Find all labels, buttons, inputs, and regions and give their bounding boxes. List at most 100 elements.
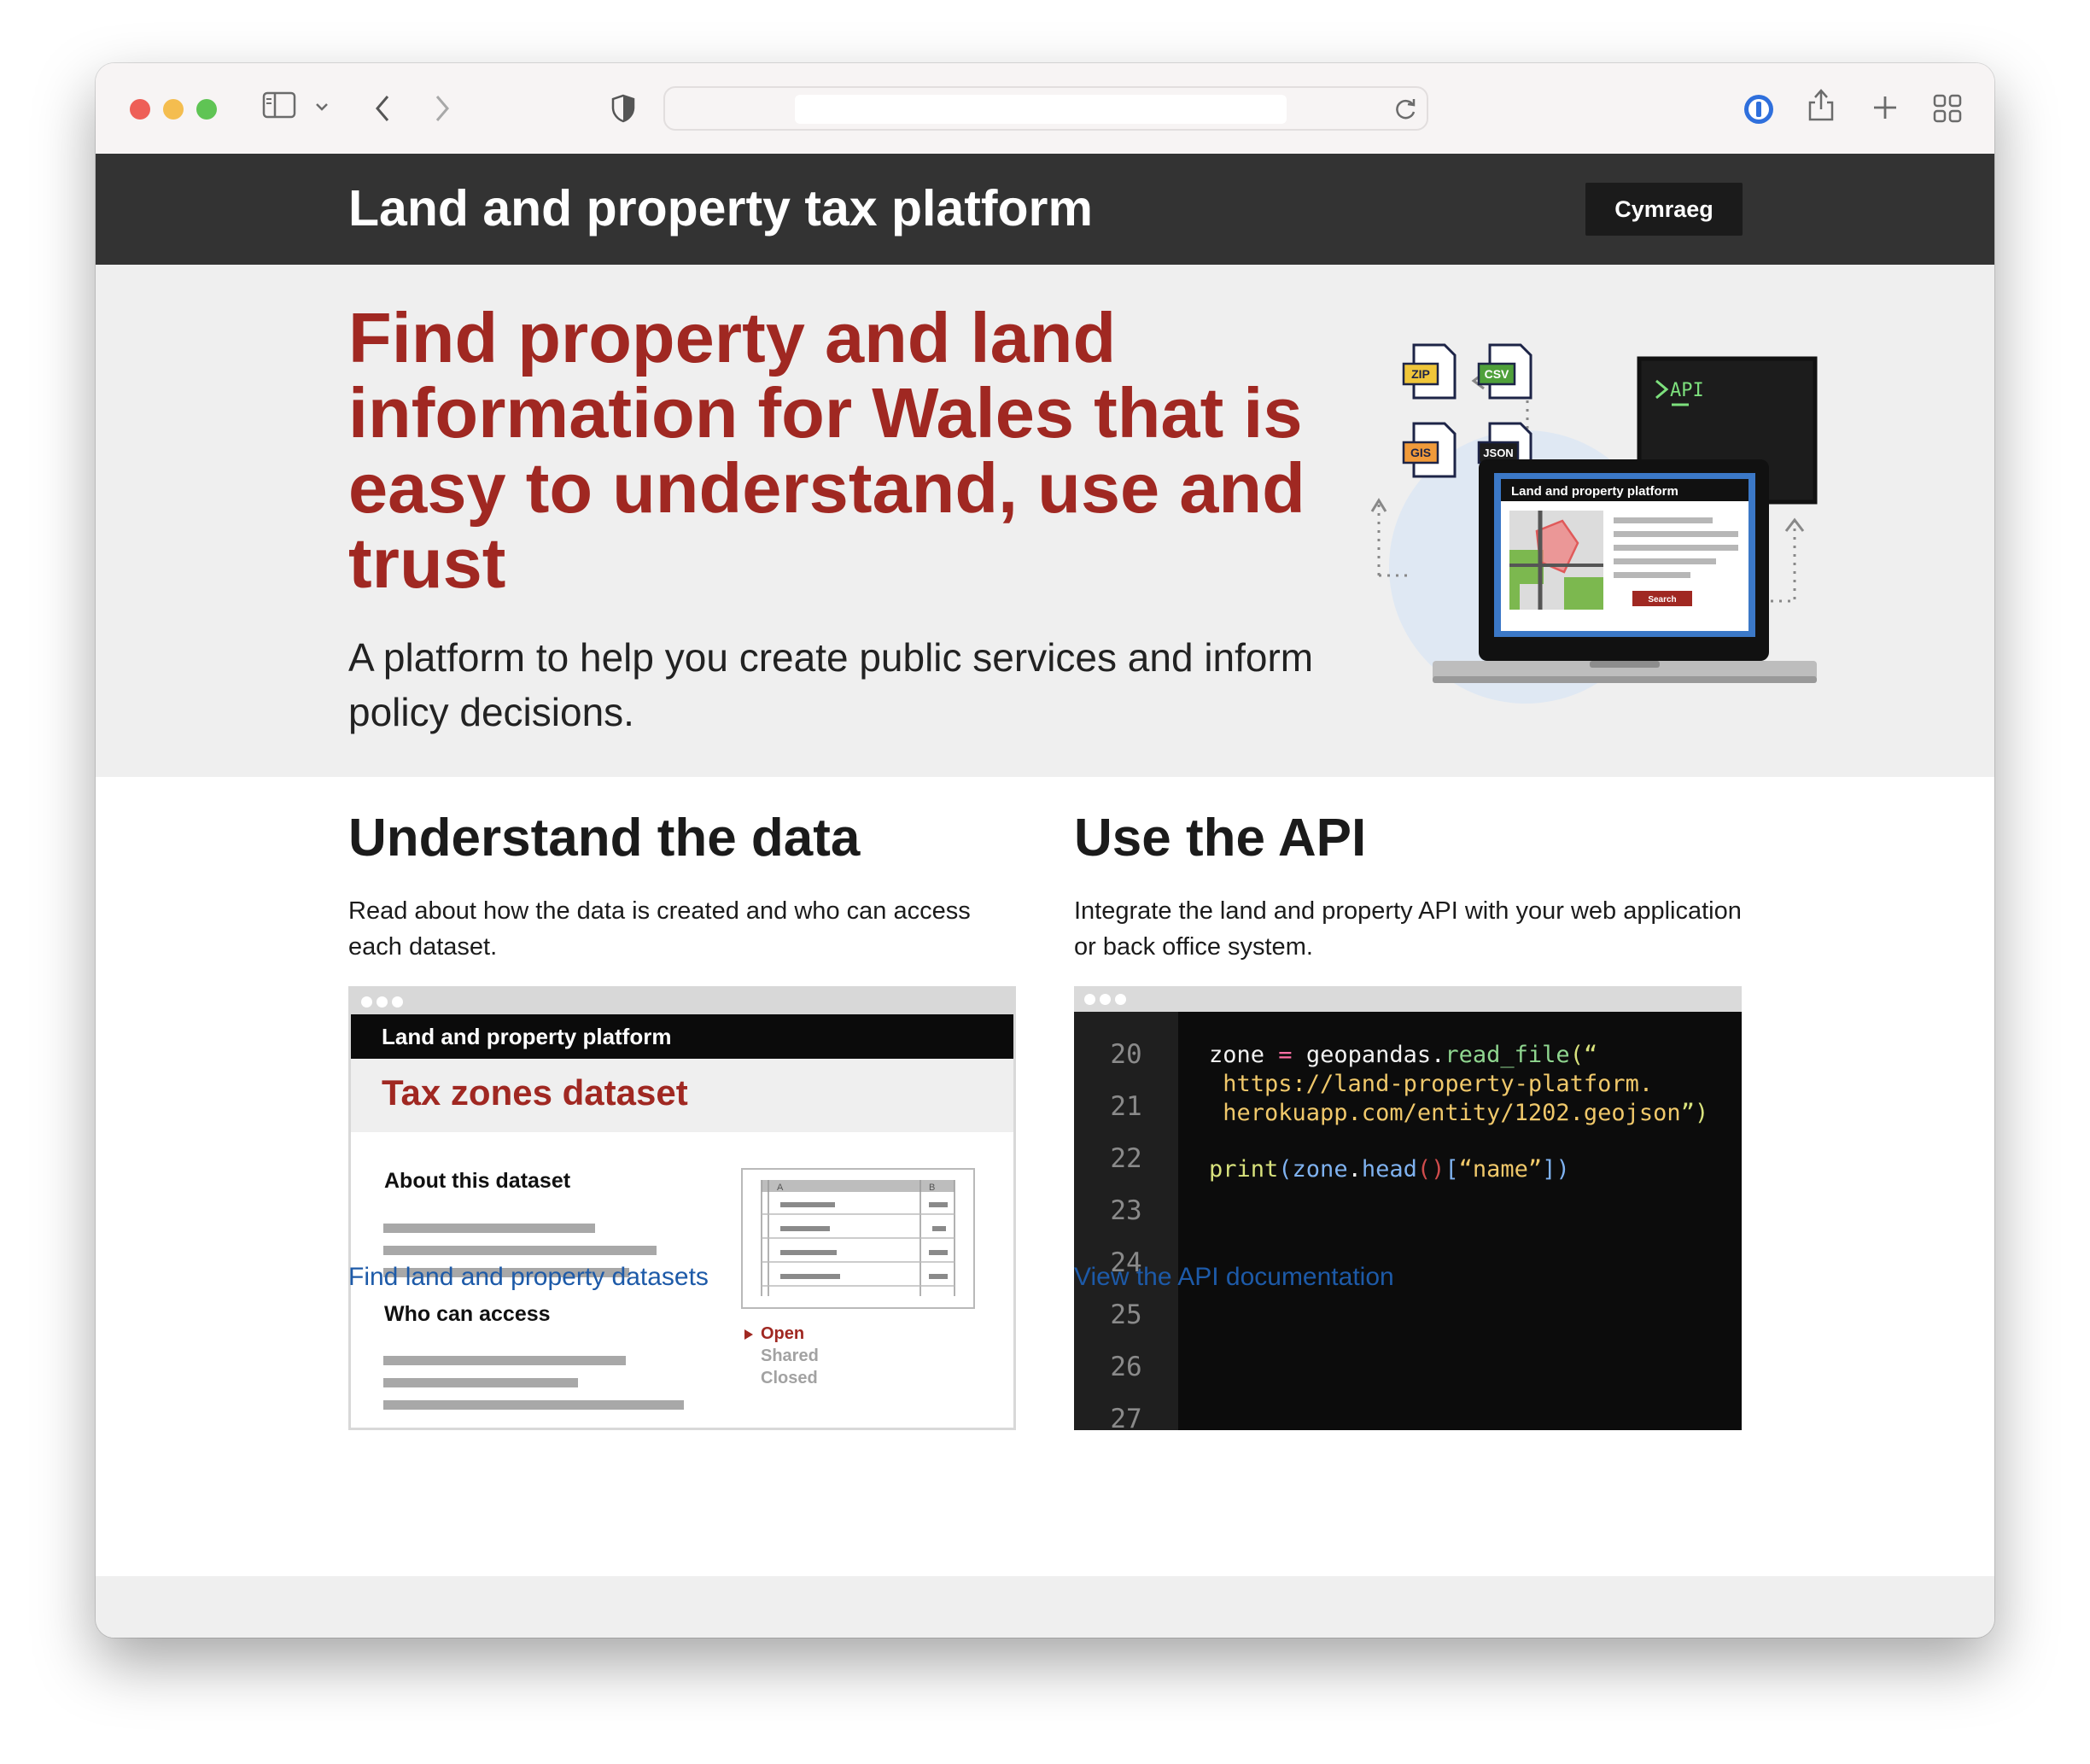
line-number: 21 bbox=[1110, 1091, 1142, 1122]
back-icon[interactable] bbox=[373, 94, 392, 127]
placeholder-line bbox=[383, 1378, 578, 1387]
site-header: Land and property tax platform Cymraeg bbox=[96, 154, 1994, 265]
csv-file-icon: CSV bbox=[1477, 343, 1532, 400]
code-line: print(zone.head()[“name”]) bbox=[1209, 1155, 1570, 1184]
code-token: . bbox=[1347, 1156, 1362, 1183]
terminal-label: API bbox=[1670, 380, 1704, 401]
code-token: ] bbox=[1542, 1156, 1556, 1183]
tab-overview-icon[interactable] bbox=[1933, 94, 1962, 127]
preview-about-label: About this dataset bbox=[384, 1169, 571, 1193]
code-token: “name” bbox=[1458, 1156, 1543, 1183]
platform-illustration: ZIP CSV GIS JSON API Land and property p… bbox=[1370, 343, 1818, 704]
gis-file-icon: GIS bbox=[1402, 422, 1457, 478]
preview-hero: Tax zones dataset bbox=[351, 1059, 1013, 1132]
preview-window-bar bbox=[351, 989, 1013, 1014]
line-number: 26 bbox=[1110, 1352, 1142, 1382]
hero-subtitle: A platform to help you create public ser… bbox=[348, 635, 1314, 734]
dataset-page-preview: Land and property platform Tax zones dat… bbox=[348, 986, 1016, 1430]
chevron-down-icon[interactable] bbox=[315, 101, 329, 116]
line-number: 20 bbox=[1110, 1039, 1142, 1070]
code-token: () bbox=[1416, 1156, 1445, 1183]
gis-badge-label: GIS bbox=[1410, 446, 1431, 459]
json-badge-label: JSON bbox=[1483, 447, 1513, 459]
api-documentation-link[interactable]: View the API documentation bbox=[1074, 1260, 1394, 1294]
code-token: ”) bbox=[1680, 1100, 1709, 1126]
language-toggle-button[interactable]: Cymraeg bbox=[1585, 183, 1743, 236]
line-number: 27 bbox=[1110, 1404, 1142, 1434]
preview-dot bbox=[377, 996, 388, 1008]
code-token: head bbox=[1361, 1156, 1417, 1183]
code-token: read_file bbox=[1445, 1042, 1570, 1068]
share-icon[interactable] bbox=[1807, 87, 1836, 127]
close-window-button[interactable] bbox=[130, 99, 150, 120]
code-token: [ bbox=[1445, 1156, 1459, 1183]
site-title[interactable]: Land and property tax platform bbox=[348, 179, 1093, 237]
preview-header-title: Land and property platform bbox=[382, 1024, 672, 1049]
code-example-preview: 20 21 22 23 24 25 26 27 zone = geopandas… bbox=[1074, 986, 1742, 1434]
status-closed: Closed bbox=[761, 1369, 818, 1387]
placeholder-line bbox=[383, 1400, 684, 1410]
placeholder-line bbox=[383, 1224, 595, 1233]
browser-toolbar bbox=[96, 63, 1994, 155]
laptop-screen-title: Land and property platform bbox=[1511, 484, 1678, 499]
sidebar-icon[interactable] bbox=[262, 91, 298, 124]
code-line: https://land-property-platform. bbox=[1209, 1071, 1654, 1097]
placeholder-line bbox=[383, 1356, 626, 1365]
forward-icon[interactable] bbox=[433, 94, 452, 127]
preview-dataset-title: Tax zones dataset bbox=[382, 1072, 688, 1113]
code-token: herokuapp.com/entity/1202.geojson bbox=[1209, 1100, 1681, 1126]
new-tab-icon[interactable] bbox=[1871, 94, 1899, 126]
line-number: 23 bbox=[1110, 1195, 1142, 1226]
selected-indicator-icon bbox=[744, 1329, 753, 1340]
line-number: 25 bbox=[1110, 1300, 1142, 1330]
section-description: Read about how the data is created and w… bbox=[348, 897, 971, 961]
preview-dot bbox=[1115, 994, 1126, 1005]
preview-dot bbox=[1084, 994, 1095, 1005]
table-col-b: B bbox=[929, 1183, 935, 1193]
preview-data-table: A B bbox=[741, 1168, 975, 1309]
preview-dot bbox=[361, 996, 372, 1008]
preview-dot bbox=[392, 996, 403, 1008]
code-line: zone = geopandas.read_file(“ bbox=[1209, 1041, 1597, 1070]
code-token: ) bbox=[1556, 1156, 1570, 1183]
zip-badge-label: ZIP bbox=[1411, 367, 1430, 381]
address-bar[interactable] bbox=[663, 86, 1428, 131]
code-token: geopandas bbox=[1305, 1042, 1432, 1068]
reload-icon[interactable] bbox=[1394, 96, 1418, 125]
shield-icon[interactable] bbox=[610, 94, 636, 127]
status-shared: Shared bbox=[761, 1346, 819, 1365]
code-token: (“ bbox=[1569, 1042, 1598, 1068]
code-line: herokuapp.com/entity/1202.geojson”) bbox=[1209, 1099, 1708, 1128]
preview-access-label: Who can access bbox=[384, 1302, 551, 1326]
placeholder-line bbox=[383, 1246, 657, 1255]
section-heading: Understand the data bbox=[348, 809, 861, 867]
laptop-icon: Land and property platform Search bbox=[1433, 459, 1817, 683]
table-col-a: A bbox=[777, 1183, 784, 1193]
preview-dot bbox=[1100, 994, 1111, 1005]
password-manager-icon[interactable] bbox=[1742, 92, 1776, 131]
code-token: print bbox=[1209, 1156, 1279, 1183]
line-number-gutter: 20 21 22 23 24 25 26 27 bbox=[1074, 1012, 1178, 1434]
section-description: Integrate the land and property API with… bbox=[1074, 897, 1742, 961]
preview-window-bar bbox=[1074, 986, 1742, 1012]
find-datasets-link[interactable]: Find land and property datasets bbox=[348, 1260, 709, 1294]
csv-badge-label: CSV bbox=[1485, 367, 1509, 381]
code-token: ( bbox=[1278, 1156, 1293, 1183]
code-token: zone bbox=[1292, 1156, 1348, 1183]
preview-header: Land and property platform bbox=[351, 1014, 1013, 1059]
hero-title: Find property and land information for W… bbox=[348, 298, 1305, 603]
section-heading: Use the API bbox=[1074, 809, 1367, 867]
zoom-window-button[interactable] bbox=[196, 99, 217, 120]
url-field[interactable] bbox=[795, 95, 1287, 124]
browser-window: Land and property tax platform Cymraeg F… bbox=[96, 63, 1994, 1638]
hero-illustration: ZIP CSV GIS JSON API Land and property p… bbox=[1308, 319, 1837, 721]
laptop-search-button-label: Search bbox=[1648, 595, 1676, 605]
code-token: = bbox=[1264, 1042, 1306, 1068]
minimize-window-button[interactable] bbox=[163, 99, 184, 120]
hero-section: Find property and land information for W… bbox=[96, 265, 1994, 777]
page-footer bbox=[96, 1576, 1994, 1638]
code-token: zone bbox=[1209, 1042, 1265, 1068]
code-token: . bbox=[1431, 1042, 1445, 1068]
zip-file-icon: ZIP bbox=[1402, 343, 1457, 400]
line-number: 22 bbox=[1110, 1143, 1142, 1174]
